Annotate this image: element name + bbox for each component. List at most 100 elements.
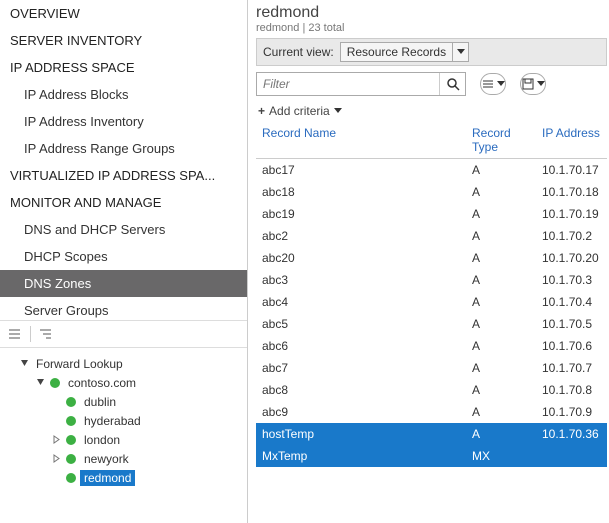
table-row[interactable]: abc2A10.1.70.2 — [256, 225, 607, 247]
cell-record-type: A — [466, 251, 536, 265]
cell-record-type: A — [466, 361, 536, 375]
cell-record-name: abc9 — [256, 405, 466, 419]
cell-record-name: abc6 — [256, 339, 466, 353]
nav-item[interactable]: MONITOR AND MANAGE — [0, 189, 247, 216]
cell-record-type: A — [466, 163, 536, 177]
cell-record-type: MX — [466, 449, 536, 463]
left-pane: OVERVIEWSERVER INVENTORYIP ADDRESS SPACE… — [0, 0, 248, 523]
table-row[interactable]: abc3A10.1.70.3 — [256, 269, 607, 291]
tree-row[interactable]: newyork — [4, 449, 247, 468]
tree-row[interactable]: london — [4, 430, 247, 449]
cell-record-type: A — [466, 405, 536, 419]
tree-label: hyderabad — [80, 413, 145, 429]
cell-record-type: A — [466, 207, 536, 221]
table-row[interactable]: hostTempA10.1.70.36 — [256, 423, 607, 445]
twistie-icon[interactable] — [50, 453, 62, 465]
table-row[interactable]: abc18A10.1.70.18 — [256, 181, 607, 203]
nav-item[interactable]: IP Address Blocks — [0, 81, 247, 108]
cell-ip-address: 10.1.70.18 — [536, 185, 607, 199]
table-row[interactable]: abc20A10.1.70.20 — [256, 247, 607, 269]
tree-mode-tree-button[interactable] — [35, 324, 57, 344]
tree-row[interactable]: dublin — [4, 392, 247, 411]
nav-item[interactable]: SERVER INVENTORY — [0, 27, 247, 54]
nav-item[interactable]: OVERVIEW — [0, 0, 247, 27]
tree-label: contoso.com — [64, 375, 140, 391]
status-dot-icon — [66, 454, 76, 464]
cell-ip-address: 10.1.70.7 — [536, 361, 607, 375]
cell-ip-address: 10.1.70.6 — [536, 339, 607, 353]
add-criteria-label: Add criteria — [269, 104, 330, 118]
plus-icon: + — [258, 104, 265, 118]
nav-item[interactable]: IP ADDRESS SPACE — [0, 54, 247, 81]
chevron-down-icon — [452, 43, 468, 61]
cell-ip-address: 10.1.70.5 — [536, 317, 607, 331]
twistie-icon[interactable] — [18, 358, 30, 370]
nav-item[interactable]: IP Address Range Groups — [0, 135, 247, 162]
nav-item[interactable]: DHCP Scopes — [0, 243, 247, 270]
status-dot-icon — [50, 378, 60, 388]
current-view-select[interactable]: Resource Records — [340, 42, 469, 62]
table-row[interactable]: abc4A10.1.70.4 — [256, 291, 607, 313]
table-row[interactable]: MxTempMX — [256, 445, 607, 467]
twistie-icon[interactable] — [34, 377, 46, 389]
cell-ip-address: 10.1.70.17 — [536, 163, 607, 177]
status-dot-icon — [66, 397, 76, 407]
cell-record-name: abc2 — [256, 229, 466, 243]
table-row[interactable]: abc19A10.1.70.19 — [256, 203, 607, 225]
save-options-button[interactable] — [520, 73, 546, 95]
search-button[interactable] — [439, 73, 465, 95]
table-row[interactable]: abc9A10.1.70.9 — [256, 401, 607, 423]
cell-ip-address: 10.1.70.36 — [536, 427, 607, 441]
cell-record-type: A — [466, 229, 536, 243]
current-view-value: Resource Records — [341, 45, 452, 59]
cell-record-type: A — [466, 383, 536, 397]
table-row[interactable]: abc17A10.1.70.17 — [256, 159, 607, 181]
nav-item[interactable]: VIRTUALIZED IP ADDRESS SPA... — [0, 162, 247, 189]
cell-ip-address: 10.1.70.20 — [536, 251, 607, 265]
col-record-type[interactable]: Record Type — [466, 122, 536, 158]
cell-record-name: hostTemp — [256, 427, 466, 441]
nav-item[interactable]: Server Groups — [0, 297, 247, 320]
cell-record-name: abc20 — [256, 251, 466, 265]
filter-input[interactable] — [257, 77, 439, 91]
right-pane: redmond redmond | 23 total Current view:… — [248, 0, 609, 523]
table-row[interactable]: abc7A10.1.70.7 — [256, 357, 607, 379]
tree-label: redmond — [80, 470, 135, 486]
nav-item[interactable]: DNS and DHCP Servers — [0, 216, 247, 243]
tree-label: dublin — [80, 394, 120, 410]
nav-item[interactable]: DNS Zones — [0, 270, 247, 297]
col-record-name[interactable]: Record Name — [256, 122, 466, 158]
chevron-down-icon — [537, 81, 545, 87]
tree-mode-flat-button[interactable] — [4, 324, 26, 344]
chevron-down-icon — [334, 108, 342, 114]
tree-row[interactable]: redmond — [4, 468, 247, 487]
cell-ip-address: 10.1.70.2 — [536, 229, 607, 243]
status-dot-icon — [66, 416, 76, 426]
cell-record-name: abc17 — [256, 163, 466, 177]
table-row[interactable]: abc6A10.1.70.6 — [256, 335, 607, 357]
add-criteria-button[interactable]: + Add criteria — [256, 104, 607, 118]
table-row[interactable]: abc5A10.1.70.5 — [256, 313, 607, 335]
table-row[interactable]: abc8A10.1.70.8 — [256, 379, 607, 401]
list-options-button[interactable] — [480, 73, 506, 95]
twistie-icon[interactable] — [50, 434, 62, 446]
tree-label: newyork — [80, 451, 133, 467]
twistie-spacer — [50, 415, 62, 427]
tree-row[interactable]: Forward Lookup — [4, 354, 247, 373]
cell-record-type: A — [466, 317, 536, 331]
cell-ip-address: 10.1.70.9 — [536, 405, 607, 419]
cell-record-type: A — [466, 339, 536, 353]
tree-mode-bar — [0, 320, 247, 348]
nav-item[interactable]: IP Address Inventory — [0, 108, 247, 135]
col-ip-address[interactable]: IP Address — [536, 122, 607, 158]
cell-record-name: abc8 — [256, 383, 466, 397]
tree-row[interactable]: contoso.com — [4, 373, 247, 392]
cell-record-name: abc4 — [256, 295, 466, 309]
divider — [30, 326, 31, 342]
status-dot-icon — [66, 435, 76, 445]
status-dot-icon — [66, 473, 76, 483]
toolbar — [256, 72, 607, 96]
tree-row[interactable]: hyderabad — [4, 411, 247, 430]
cell-record-name: abc18 — [256, 185, 466, 199]
grid-body: abc17A10.1.70.17abc18A10.1.70.18abc19A10… — [256, 159, 607, 467]
